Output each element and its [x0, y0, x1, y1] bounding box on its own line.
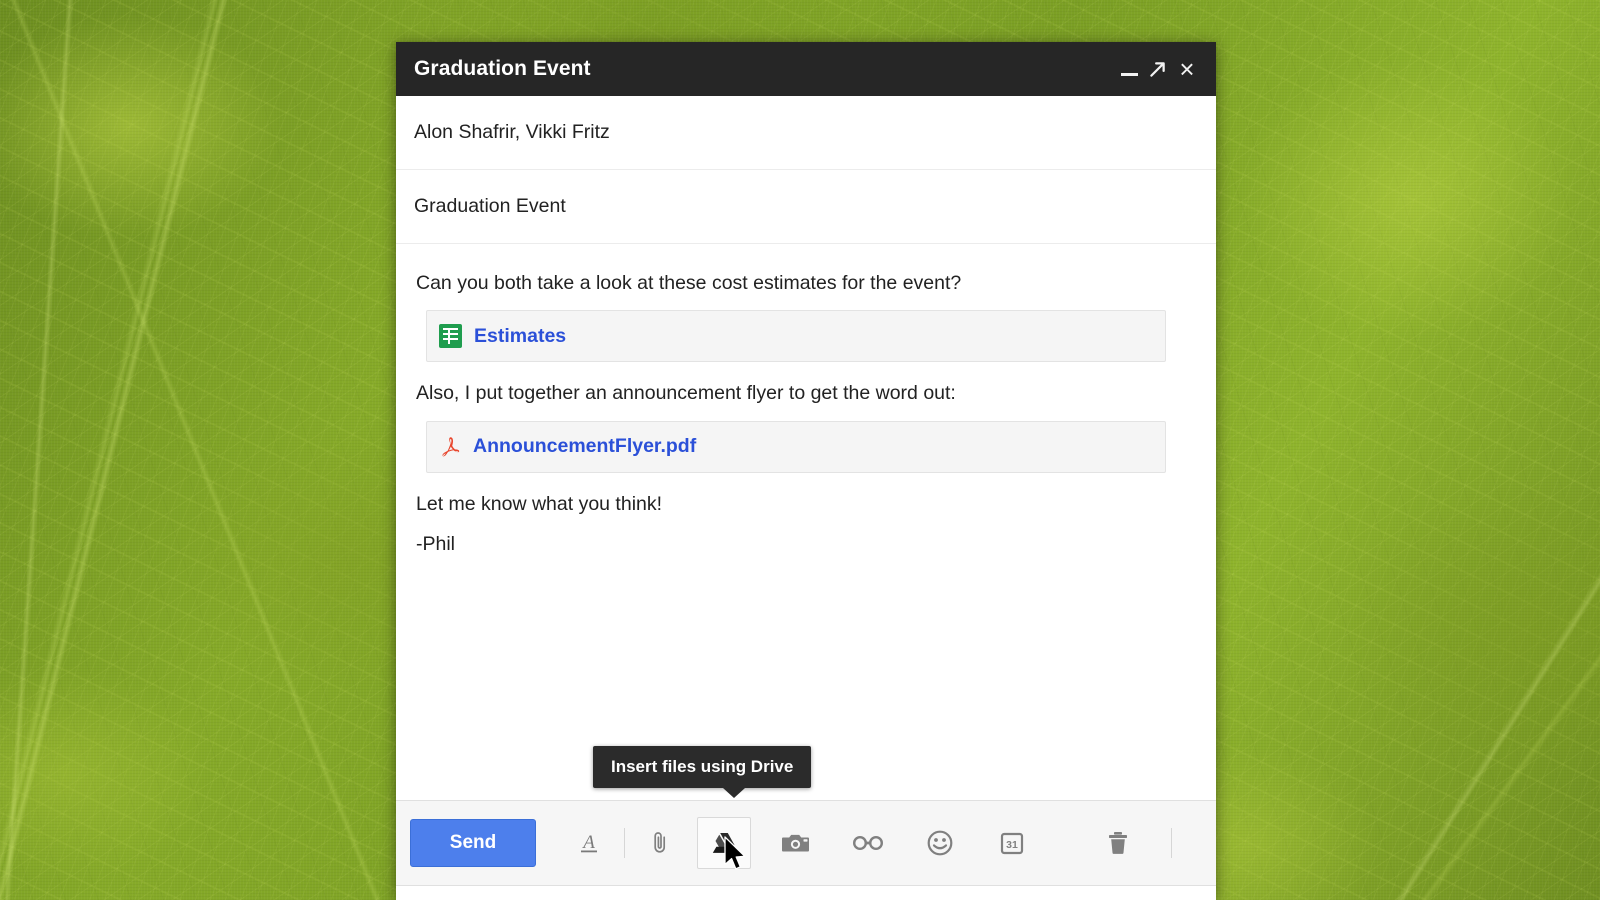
- subject-value: Graduation Event: [414, 195, 566, 217]
- toolbar-divider-right: [1171, 828, 1172, 858]
- drive-triangle-glyph: [712, 833, 735, 853]
- subject-field[interactable]: Graduation Event: [396, 170, 1216, 244]
- discard-draft-icon[interactable]: [1091, 817, 1145, 869]
- calendar-glyph: 31: [1000, 832, 1024, 855]
- minimize-icon[interactable]: [1116, 54, 1142, 84]
- svg-text:31: 31: [1006, 839, 1018, 851]
- insert-link-icon[interactable]: [841, 817, 895, 869]
- attachment-chip-estimates[interactable]: Estimates: [426, 310, 1166, 363]
- attachment-name-announcementflyer[interactable]: AnnouncementFlyer.pdf: [473, 435, 696, 458]
- expand-arrow-glyph: [1149, 61, 1165, 77]
- format-a-glyph: A: [581, 832, 597, 853]
- pdf-icon: [442, 436, 460, 457]
- google-sheets-icon: [439, 324, 462, 349]
- paperclip-glyph: [654, 832, 666, 853]
- compose-title-bar: Graduation Event ×: [396, 42, 1216, 96]
- chain-link-glyph: [853, 835, 884, 851]
- recipients-value: Alon Shafrir, Vikki Fritz: [414, 121, 610, 143]
- compose-footer: [396, 886, 1216, 900]
- minimize-bar: [1120, 73, 1138, 76]
- expand-arrow-icon[interactable]: [1142, 54, 1172, 84]
- google-drive-icon[interactable]: [697, 817, 751, 869]
- chevron-down-icon: [1214, 834, 1216, 852]
- trash-glyph: [1109, 832, 1127, 854]
- attachment-chip-announcementflyer[interactable]: AnnouncementFlyer.pdf: [426, 420, 1166, 473]
- body-paragraph-3: Let me know what you think!: [416, 492, 663, 515]
- drive-tooltip-text: Insert files using Drive: [611, 757, 794, 776]
- message-body[interactable]: Can you both take a look at these cost e…: [396, 244, 1216, 800]
- svg-text:A: A: [581, 832, 595, 853]
- body-paragraph-2: Also, I put together an announcement fly…: [416, 382, 956, 405]
- insert-emoji-icon[interactable]: [913, 817, 967, 869]
- insert-invitation-icon[interactable]: 31: [985, 817, 1039, 869]
- camera-glyph: [782, 834, 809, 852]
- tooltip-pointer: [723, 788, 745, 798]
- toolbar-divider: [624, 828, 625, 858]
- body-paragraph-1: Can you both take a look at these cost e…: [416, 272, 962, 294]
- recipients-field[interactable]: Alon Shafrir, Vikki Fritz: [396, 96, 1216, 170]
- more-options-icon[interactable]: [1198, 817, 1216, 869]
- drive-tooltip: Insert files using Drive: [593, 746, 812, 798]
- smiley-glyph: [927, 830, 953, 856]
- attach-file-icon[interactable]: [633, 817, 687, 869]
- send-button[interactable]: Send: [410, 819, 536, 867]
- insert-photo-icon[interactable]: [769, 817, 823, 869]
- formatting-options-icon[interactable]: A: [562, 817, 616, 869]
- attachment-name-estimates[interactable]: Estimates: [474, 325, 566, 348]
- body-signature: -Phil: [416, 532, 456, 555]
- compose-toolbar: Send A 31: [396, 800, 1216, 886]
- compose-window-title: Graduation Event: [414, 57, 591, 80]
- close-icon[interactable]: ×: [1172, 54, 1202, 84]
- desktop-background: Graduation Event × Alon Shafrir, Vikki F…: [0, 0, 1600, 900]
